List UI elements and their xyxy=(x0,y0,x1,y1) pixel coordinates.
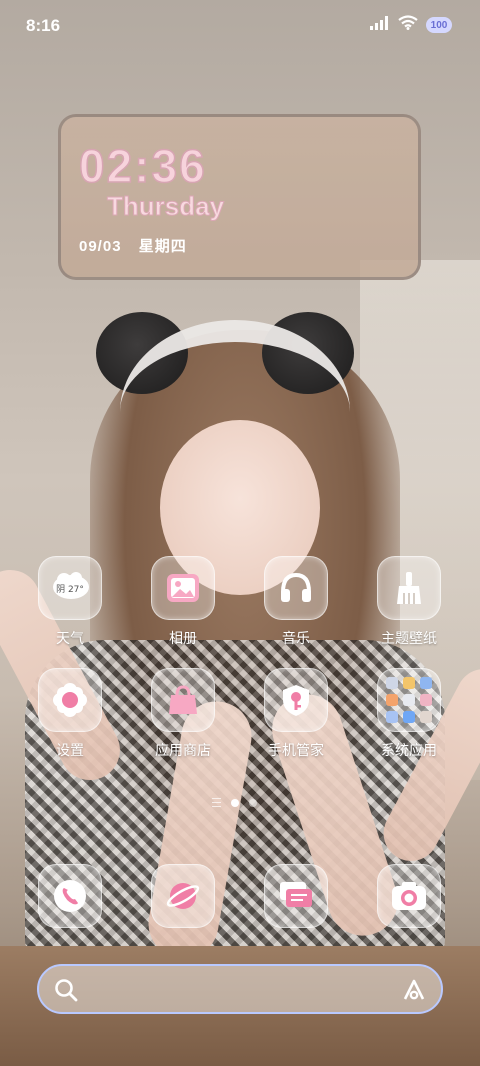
gallery-icon xyxy=(151,556,215,620)
shield-key-icon xyxy=(264,668,328,732)
app-label: 音乐 xyxy=(282,630,310,646)
app-music[interactable]: 音乐 xyxy=(246,556,346,648)
app-label: 系统应用 xyxy=(381,742,437,758)
wifi-icon xyxy=(398,15,418,35)
page-dot[interactable] xyxy=(249,798,257,807)
widget-date-numeric: 09/03 xyxy=(79,238,122,255)
brush-icon xyxy=(377,556,441,620)
messages-icon xyxy=(264,864,328,928)
folder-icon xyxy=(377,668,441,732)
dock-browser[interactable] xyxy=(133,864,233,928)
settings-flower-icon xyxy=(38,668,102,732)
weather-icon: 阴 27° xyxy=(38,556,102,620)
assistant-icon[interactable] xyxy=(401,977,427,1008)
app-label: 相册 xyxy=(169,630,197,646)
page-dot-active[interactable] xyxy=(231,798,239,807)
widget-weekday: 星期四 xyxy=(138,238,187,255)
app-phone-manager[interactable]: 手机管家 xyxy=(246,668,346,760)
phone-icon xyxy=(38,864,102,928)
status-time: 8:16 xyxy=(26,16,61,35)
shopping-bag-icon xyxy=(151,668,215,732)
widget-time: 02:36 xyxy=(78,139,207,193)
search-icon[interactable] xyxy=(53,977,79,1008)
app-label: 手机管家 xyxy=(268,742,324,758)
app-themes[interactable]: 主题壁纸 xyxy=(359,556,459,648)
app-label: 应用商店 xyxy=(155,742,211,758)
app-label: 主题壁纸 xyxy=(381,630,437,646)
app-label: 天气 xyxy=(56,630,84,646)
search-bar[interactable] xyxy=(37,964,443,1014)
app-weather[interactable]: 阴 27° 天气 xyxy=(20,556,120,648)
dock-phone[interactable] xyxy=(20,864,120,928)
app-settings[interactable]: 设置 xyxy=(20,668,120,760)
signal-icon xyxy=(370,15,390,35)
widget-date: 09/03 星期四 xyxy=(79,235,187,256)
widget-day: Thursday xyxy=(106,191,225,222)
camera-icon xyxy=(377,864,441,928)
clock-widget[interactable]: 02:36 Thursday 09/03 星期四 xyxy=(58,114,421,280)
svg-text:阴 27°: 阴 27° xyxy=(56,584,84,595)
status-bar: 8:16 100 xyxy=(0,0,480,48)
headphones-icon xyxy=(264,556,328,620)
dock-camera[interactable] xyxy=(359,864,459,928)
browser-planet-icon xyxy=(151,864,215,928)
dock-messages[interactable] xyxy=(246,864,346,928)
page-list-icon[interactable] xyxy=(212,798,221,807)
app-system-folder[interactable]: 系统应用 xyxy=(359,668,459,760)
app-label: 设置 xyxy=(56,742,84,758)
page-indicator[interactable] xyxy=(212,798,257,807)
app-gallery[interactable]: 相册 xyxy=(133,556,233,648)
battery-icon: 100 xyxy=(426,17,452,33)
app-store[interactable]: 应用商店 xyxy=(133,668,233,760)
